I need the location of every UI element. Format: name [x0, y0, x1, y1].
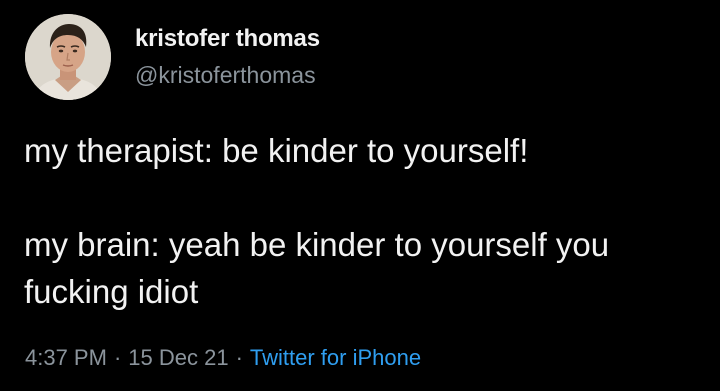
- tweet-text: my therapist: be kinder to yourself! my …: [24, 127, 704, 315]
- tweet-date[interactable]: 15 Dec 21: [128, 345, 228, 370]
- tweet-text-line-2: my brain: yeah be kinder to yourself you…: [24, 226, 610, 310]
- tweet-metadata: 4:37 PM · 15 Dec 21 · Twitter for iPhone: [25, 344, 421, 372]
- meta-separator: ·: [235, 345, 243, 370]
- tweet-source-link[interactable]: Twitter for iPhone: [250, 345, 421, 370]
- tweet-time[interactable]: 4:37 PM: [25, 345, 107, 370]
- tweet-card: kristofer thomas @kristoferthomas my the…: [0, 0, 720, 391]
- avatar[interactable]: [25, 14, 111, 100]
- author-handle[interactable]: @kristoferthomas: [135, 60, 320, 90]
- meta-separator: ·: [113, 345, 122, 370]
- avatar-photo: [25, 14, 111, 100]
- author-names: kristofer thomas @kristoferthomas: [135, 24, 320, 90]
- author-display-name[interactable]: kristofer thomas: [135, 24, 320, 54]
- tweet-header: kristofer thomas @kristoferthomas: [25, 14, 320, 100]
- tweet-text-line-1: my therapist: be kinder to yourself!: [24, 132, 529, 169]
